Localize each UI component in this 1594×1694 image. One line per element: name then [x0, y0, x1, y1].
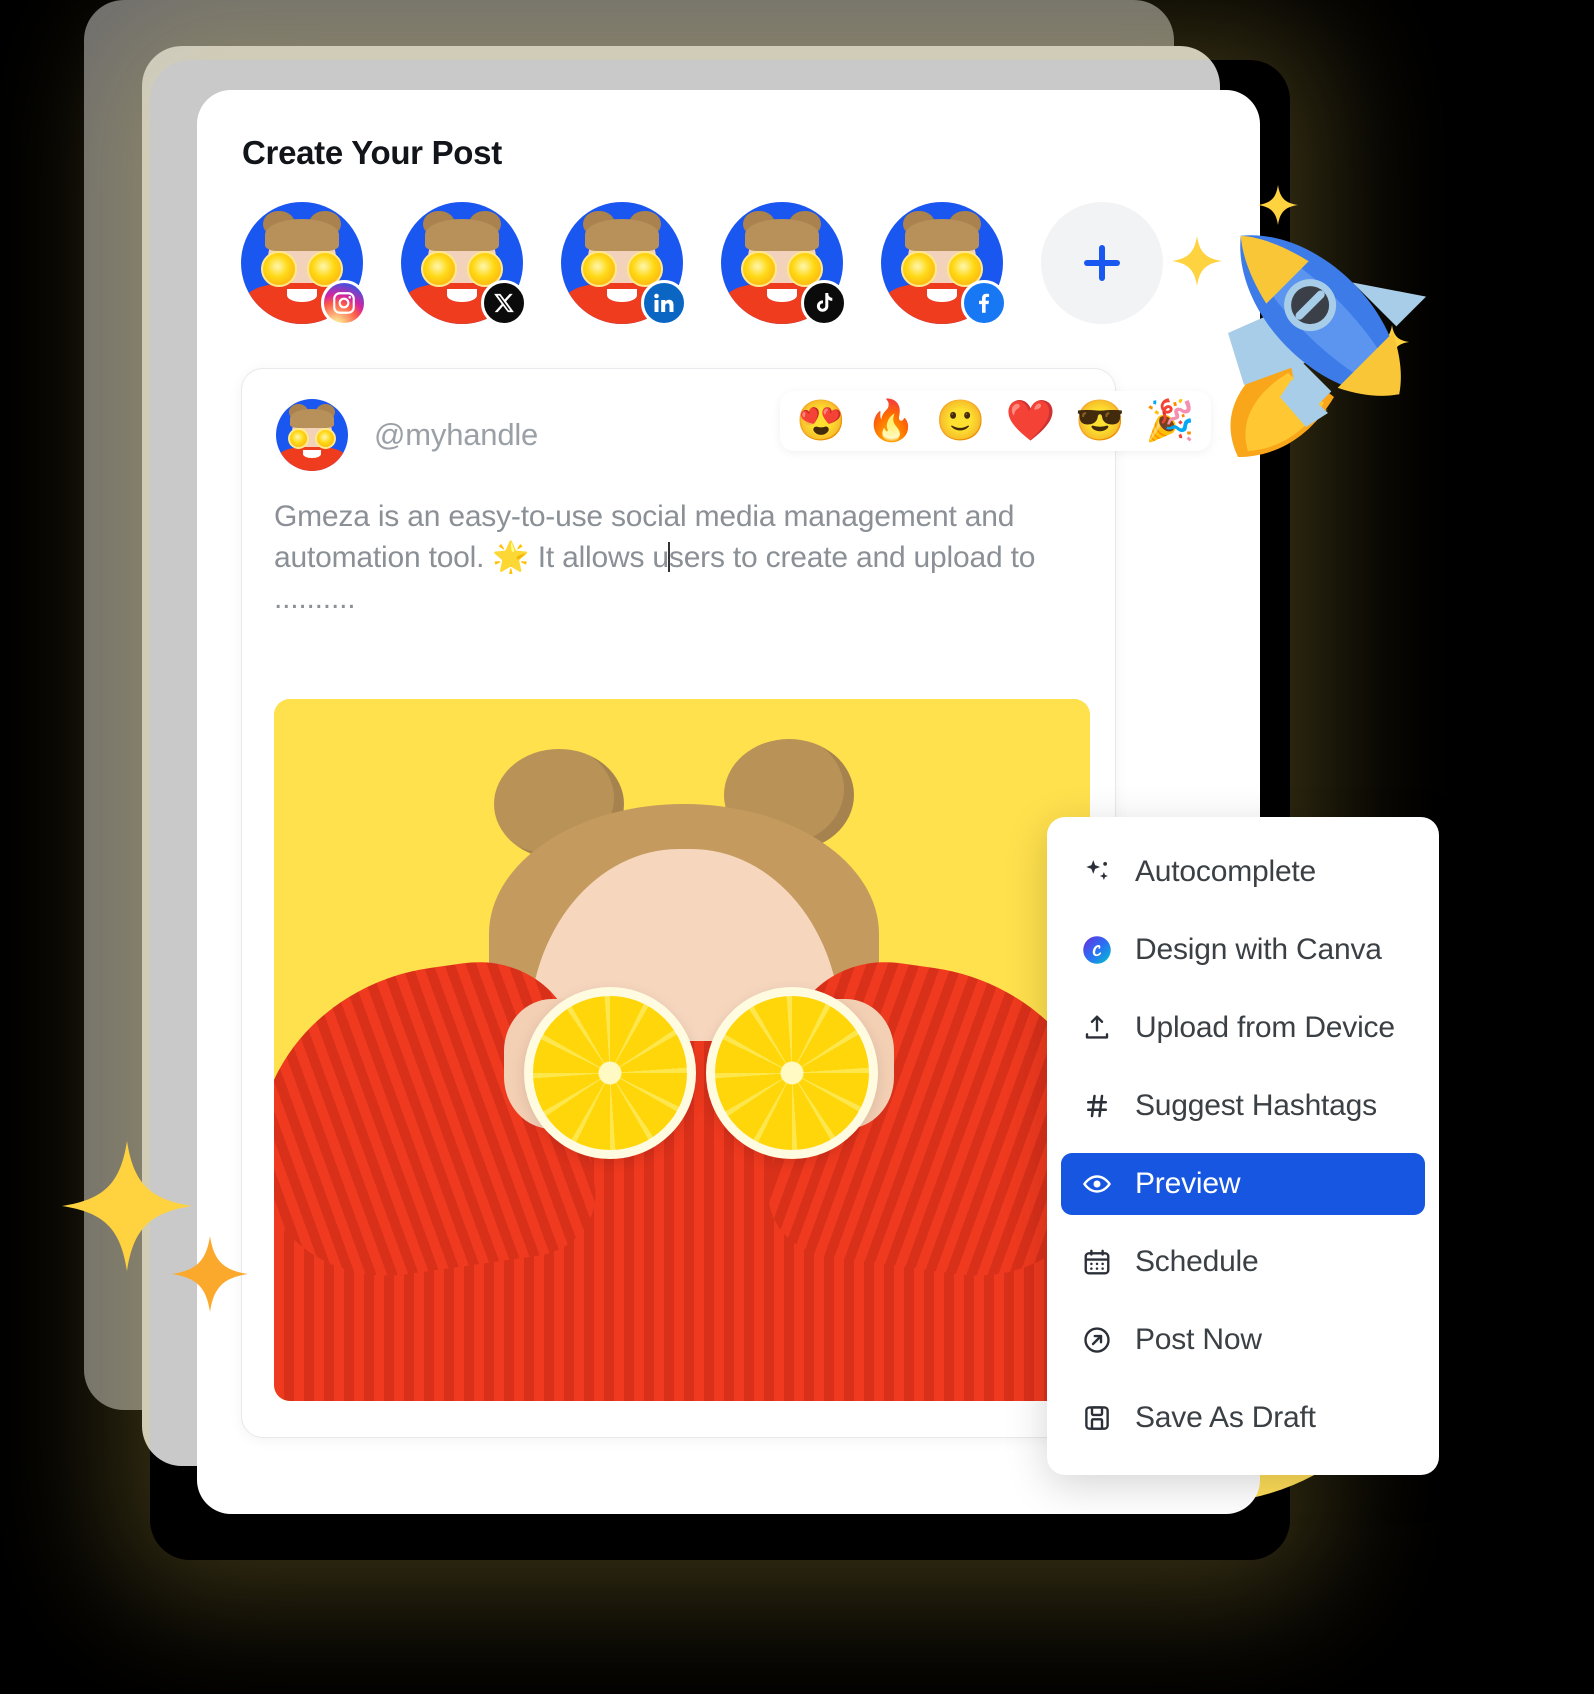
menu-item-schedule[interactable]: Schedule: [1061, 1231, 1425, 1293]
avatar: [276, 399, 348, 471]
account-linkedin[interactable]: [561, 202, 687, 326]
account-tiktok[interactable]: [721, 202, 847, 326]
connected-accounts-row: [241, 202, 1163, 326]
eye-icon: [1081, 1168, 1113, 1200]
calendar-icon: [1081, 1246, 1113, 1278]
menu-item-upload-from-device[interactable]: Upload from Device: [1061, 997, 1425, 1059]
post-text-line-2a: automation tool. 🌟 It allows u: [274, 540, 669, 574]
slight-smile-emoji[interactable]: 🙂: [936, 401, 986, 441]
upload-icon: [1081, 1012, 1113, 1044]
post-composer-card: @myhandle 😍 🔥 🙂 ❤️ 😎 🎉 Gmeza is an easy-…: [241, 368, 1211, 1438]
menu-item-label: Post Now: [1135, 1323, 1262, 1356]
instagram-icon: [321, 280, 367, 326]
heart-eyes-emoji[interactable]: 😍: [796, 401, 846, 441]
menu-item-label: Autocomplete: [1135, 855, 1317, 888]
canva-icon: [1081, 934, 1113, 966]
save-icon: [1081, 1402, 1113, 1434]
x-icon: [481, 280, 527, 326]
page-title: Create Your Post: [242, 134, 502, 171]
menu-item-label: Design with Canva: [1135, 933, 1382, 966]
account-instagram[interactable]: [241, 202, 367, 326]
send-icon: [1081, 1324, 1113, 1356]
menu-item-label: Suggest Hashtags: [1135, 1089, 1377, 1122]
rocket-illustration: [1120, 165, 1440, 465]
fire-emoji[interactable]: 🔥: [866, 401, 916, 441]
account-facebook[interactable]: [881, 202, 1007, 326]
sunglasses-emoji[interactable]: 😎: [1075, 401, 1125, 441]
menu-item-label: Upload from Device: [1135, 1011, 1395, 1044]
tiktok-icon: [801, 280, 847, 326]
menu-item-design-with-canva[interactable]: Design with Canva: [1061, 919, 1425, 981]
heart-emoji[interactable]: ❤️: [1006, 401, 1056, 441]
menu-item-save-as-draft[interactable]: Save As Draft: [1061, 1387, 1425, 1449]
hashtag-icon: [1081, 1090, 1113, 1122]
linkedin-icon: [641, 280, 687, 326]
screenshot-stage: Create Your Post @myhandle 😍 🔥 🙂 ❤️ 😎 🎉 …: [0, 0, 1594, 1694]
menu-item-autocomplete[interactable]: Autocomplete: [1061, 841, 1425, 903]
composer-header: @myhandle: [276, 399, 538, 471]
post-actions-menu: Autocomplete Design with Canva Upload fr…: [1047, 817, 1439, 1475]
account-handle: @myhandle: [374, 417, 539, 452]
post-text-input[interactable]: Gmeza is an easy-to-use social media man…: [274, 497, 1080, 619]
menu-item-post-now[interactable]: Post Now: [1061, 1309, 1425, 1371]
facebook-icon: [961, 280, 1007, 326]
menu-item-suggest-hashtags[interactable]: Suggest Hashtags: [1061, 1075, 1425, 1137]
post-text-line-1: Gmeza is an easy-to-use social media man…: [274, 500, 1015, 533]
menu-item-label: Preview: [1135, 1167, 1241, 1200]
post-image-preview[interactable]: [274, 699, 1090, 1401]
sparkle-icon: [1081, 856, 1113, 888]
menu-item-label: Save As Draft: [1135, 1401, 1316, 1434]
menu-item-label: Schedule: [1135, 1245, 1259, 1278]
menu-item-preview[interactable]: Preview: [1061, 1153, 1425, 1215]
account-x[interactable]: [401, 202, 527, 326]
sparkle-star: [172, 1226, 248, 1322]
create-post-panel: Create Your Post @myhandle 😍 🔥 🙂 ❤️ 😎 🎉 …: [197, 90, 1439, 1514]
